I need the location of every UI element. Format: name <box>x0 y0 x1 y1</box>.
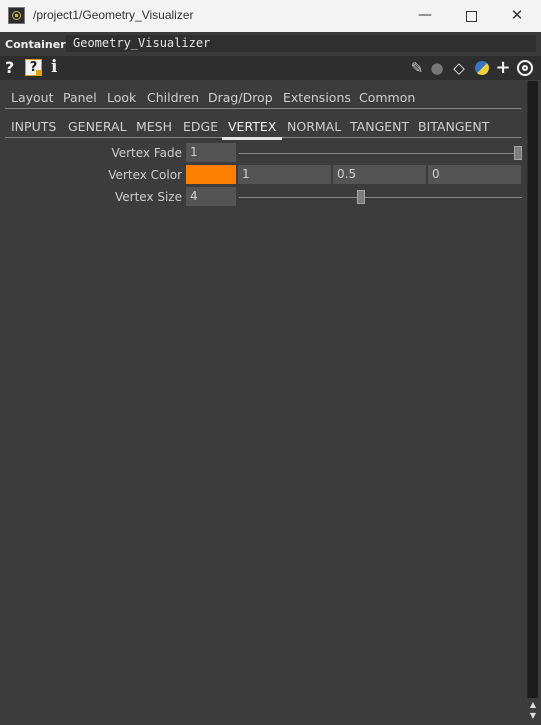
component-type-label: Container <box>5 38 66 51</box>
vertex-fade-slider-track[interactable] <box>239 153 522 154</box>
custom-page-tabs: INPUTS GENERAL MESH EDGE VERTEX NORMAL T… <box>5 115 521 140</box>
window-titlebar: /project1/Geometry_Visualizer — ✕ <box>0 0 541 32</box>
component-header: Container Geometry_Visualizer <box>0 32 541 56</box>
component-name-field[interactable]: Geometry_Visualizer <box>66 35 536 52</box>
scrollbar-thumb[interactable] <box>527 81 538 698</box>
vertex-size-label: Vertex Size <box>114 190 182 204</box>
tab-extensions[interactable]: Extensions <box>283 90 351 105</box>
viewer-target-icon[interactable] <box>516 58 534 78</box>
vertex-fade-slider-handle[interactable] <box>514 146 522 160</box>
minimize-button[interactable]: — <box>402 0 448 32</box>
tab-edge[interactable]: EDGE <box>183 119 218 134</box>
tab-drag-drop[interactable]: Drag/Drop <box>208 90 273 105</box>
tab-panel[interactable]: Panel <box>63 90 97 105</box>
tab-general[interactable]: GENERAL <box>68 119 127 134</box>
parameter-toolbar: ? ? i ✎ ● ◇ + <box>0 56 541 80</box>
tab-mesh[interactable]: MESH <box>136 119 172 134</box>
tab-vertex[interactable]: VERTEX <box>221 119 283 140</box>
help-icon[interactable]: ? <box>5 58 14 77</box>
tab-look[interactable]: Look <box>107 90 136 105</box>
vertex-color-r-field[interactable]: 1 <box>238 165 331 184</box>
close-button[interactable]: ✕ <box>494 0 540 32</box>
clone-icon[interactable]: ◇ <box>450 58 468 78</box>
vertex-fade-label: Vertex Fade <box>111 146 182 160</box>
tab-inputs[interactable]: INPUTS <box>11 119 56 134</box>
maximize-button[interactable] <box>448 0 494 32</box>
python-icon[interactable] <box>473 58 491 78</box>
app-icon <box>8 7 25 24</box>
window-title: /project1/Geometry_Visualizer <box>33 8 194 22</box>
tab-normal[interactable]: NORMAL <box>287 119 341 134</box>
tab-tangent[interactable]: TANGENT <box>350 119 409 134</box>
vertex-size-field[interactable]: 4 <box>186 187 236 206</box>
add-icon[interactable]: + <box>494 58 512 78</box>
edit-pencil-icon[interactable]: ✎ <box>408 58 426 78</box>
scroll-down-arrow-icon[interactable]: ▼ <box>527 711 539 721</box>
vertex-fade-field[interactable]: 1 <box>186 143 236 162</box>
vertex-color-swatch[interactable] <box>186 165 236 184</box>
scroll-up-arrow-icon[interactable]: ▲ <box>527 700 539 710</box>
page-tabs: Layout Panel Look Children Drag/Drop Ext… <box>5 86 521 109</box>
vertex-size-slider-track[interactable] <box>239 197 522 198</box>
comment-icon[interactable]: ● <box>428 58 446 78</box>
tab-layout[interactable]: Layout <box>11 90 54 105</box>
tab-children[interactable]: Children <box>147 90 199 105</box>
maximize-icon <box>465 11 477 22</box>
tab-common[interactable]: Common <box>359 90 415 105</box>
info-icon[interactable]: i <box>51 57 57 77</box>
vertex-color-label: Vertex Color <box>108 168 182 182</box>
vertex-color-g-field[interactable]: 0.5 <box>333 165 426 184</box>
tab-bitangent[interactable]: BITANGENT <box>418 119 489 134</box>
vertex-size-slider-handle[interactable] <box>357 190 365 204</box>
vertex-color-b-field[interactable]: 0 <box>428 165 521 184</box>
operator-help-icon[interactable]: ? <box>25 59 42 76</box>
